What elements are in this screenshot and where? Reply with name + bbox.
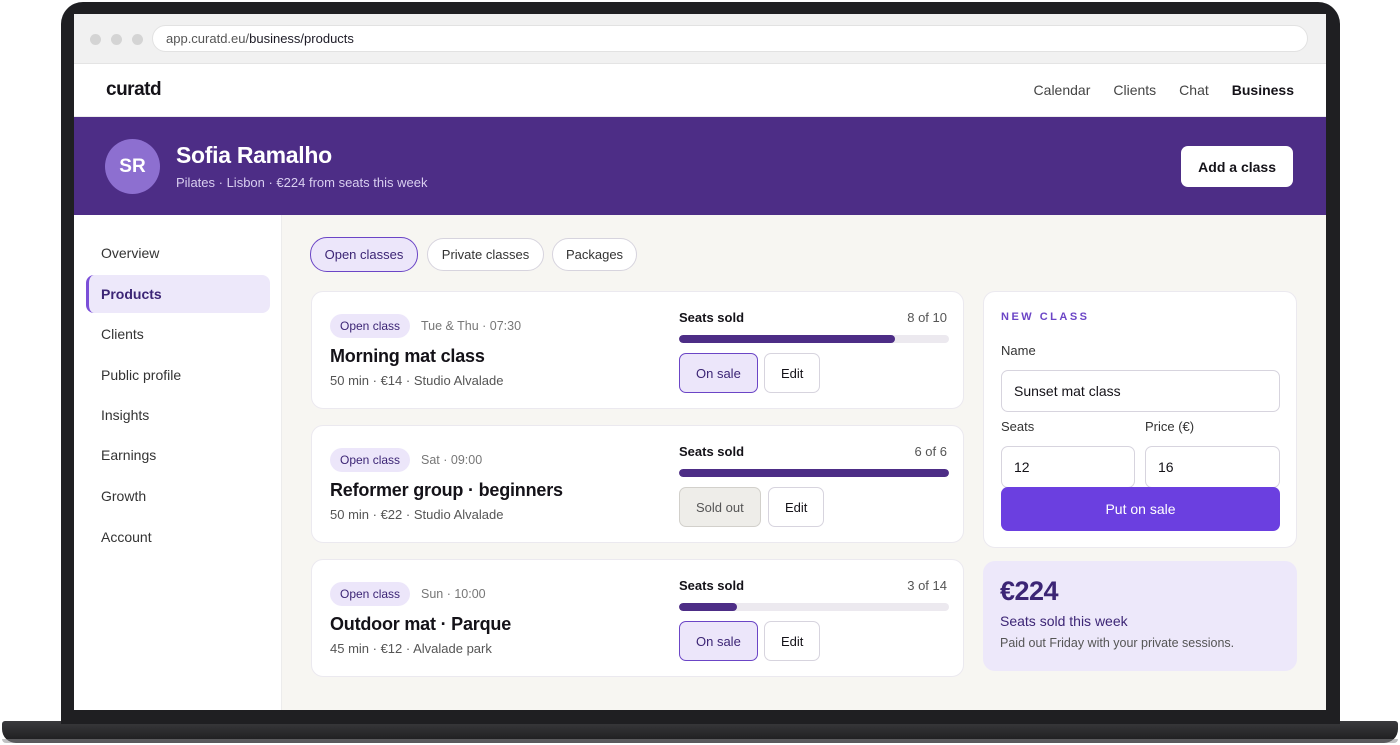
nav-link-calendar[interactable]: Calendar	[1034, 82, 1091, 98]
window-minimize-dot[interactable]	[111, 34, 122, 45]
sidebar-item-public-profile[interactable]: Public profile	[86, 356, 270, 394]
class-card: Open class Sat · 09:00 Reformer group · …	[311, 425, 964, 543]
class-card: Open class Tue & Thu · 07:30 Morning mat…	[311, 291, 964, 409]
sidebar-item-growth[interactable]: Growth	[86, 477, 270, 515]
seats-progress-fill	[679, 469, 949, 477]
seats-progress-fill	[679, 603, 737, 611]
sidebar-item-overview[interactable]: Overview	[86, 234, 270, 272]
seats-label: Seats	[1001, 419, 1035, 434]
sidebar-item-earnings[interactable]: Earnings	[86, 436, 270, 474]
laptop-base	[2, 721, 1398, 743]
class-details: 50 min · €22 · Studio Alvalade	[330, 507, 504, 522]
sidebar-item-account[interactable]: Account	[86, 518, 270, 556]
seats-progress-fill	[679, 335, 895, 343]
seats-sold-count: 6 of 6	[914, 444, 947, 459]
class-name-input[interactable]: Sunset mat class	[1001, 370, 1280, 412]
sold-out-toggle[interactable]: Sold out	[679, 487, 761, 527]
edit-class-button[interactable]: Edit	[768, 487, 825, 527]
payout-note: Paid out Friday with your private sessio…	[1000, 636, 1235, 650]
window-close-dot[interactable]	[90, 34, 101, 45]
url-prefix: app.curatd.eu/	[166, 31, 250, 46]
browser-chrome: app.curatd.eu/business/products	[74, 14, 1326, 64]
class-schedule: Sun · 10:00	[421, 587, 486, 601]
seats-progress-bar	[679, 469, 949, 477]
nav-link-chat[interactable]: Chat	[1179, 82, 1209, 98]
class-title: Outdoor mat · Parque	[330, 614, 512, 634]
address-bar[interactable]: app.curatd.eu/business/products	[152, 25, 1308, 52]
tab-packages[interactable]: Packages	[552, 238, 637, 271]
class-schedule: Sat · 09:00	[421, 453, 483, 467]
avatar: SR	[105, 139, 160, 194]
new-class-panel: NEW CLASS Name Sunset mat class Seats 12…	[983, 291, 1297, 548]
add-class-button[interactable]: Add a class	[1181, 146, 1293, 187]
on-sale-toggle[interactable]: On sale	[679, 621, 758, 661]
sidebar: Overview Products Clients Public profile…	[74, 215, 282, 710]
tab-private-classes[interactable]: Private classes	[427, 238, 544, 271]
seats-sold-label: Seats sold	[679, 578, 745, 593]
app-screen: app.curatd.eu/business/products curatd C…	[74, 14, 1326, 710]
class-type-badge: Open class	[330, 314, 411, 338]
panel-heading: NEW CLASS	[1001, 311, 1090, 323]
seats-progress-bar	[679, 603, 949, 611]
edit-class-button[interactable]: Edit	[764, 621, 821, 661]
class-type-badge: Open class	[330, 582, 411, 606]
class-card: Open class Sun · 10:00 Outdoor mat · Par…	[311, 559, 964, 677]
url-path: business/products	[249, 31, 354, 46]
class-title: Reformer group · beginners	[330, 480, 563, 500]
class-schedule: Tue & Thu · 07:30	[421, 319, 522, 333]
tab-open-classes[interactable]: Open classes	[310, 237, 418, 272]
class-details: 50 min · €14 · Studio Alvalade	[330, 373, 504, 388]
profile-header: SR Sofia Ramalho Pilates · Lisbon · €224…	[74, 117, 1326, 215]
put-on-sale-button[interactable]: Put on sale	[1001, 487, 1280, 531]
nav-links: Calendar Clients Chat Business	[1034, 82, 1294, 98]
sidebar-item-clients[interactable]: Clients	[86, 315, 270, 353]
on-sale-toggle[interactable]: On sale	[679, 353, 758, 393]
seats-sold-count: 8 of 10	[907, 310, 947, 325]
price-label: Price (€)	[1145, 419, 1195, 434]
seats-sold-label: Seats sold	[679, 444, 745, 459]
profile-subtitle: Pilates · Lisbon · €224 from seats this …	[176, 175, 428, 190]
seats-sold-count: 3 of 14	[907, 578, 947, 593]
window-zoom-dot[interactable]	[132, 34, 143, 45]
nav-link-clients[interactable]: Clients	[1113, 82, 1156, 98]
weekly-earnings-card: €224 Seats sold this week Paid out Frida…	[983, 561, 1297, 671]
earnings-label: Seats sold this week	[1000, 613, 1128, 629]
class-type-badge: Open class	[330, 448, 411, 472]
profile-name: Sofia Ramalho	[176, 142, 332, 168]
earnings-amount: €224	[1000, 576, 1059, 606]
sidebar-item-insights[interactable]: Insights	[86, 396, 270, 434]
brand-logo[interactable]: curatd	[106, 79, 162, 101]
seats-progress-bar	[679, 335, 949, 343]
class-title: Morning mat class	[330, 346, 485, 366]
top-navigation: curatd Calendar Clients Chat Business	[74, 64, 1326, 117]
price-input[interactable]: 16	[1145, 446, 1280, 488]
seats-sold-label: Seats sold	[679, 310, 745, 325]
name-label: Name	[1001, 343, 1036, 358]
seats-input[interactable]: 12	[1001, 446, 1135, 488]
class-details: 45 min · €12 · Alvalade park	[330, 641, 492, 656]
sidebar-item-products[interactable]: Products	[86, 275, 270, 313]
nav-link-business[interactable]: Business	[1232, 82, 1294, 98]
edit-class-button[interactable]: Edit	[764, 353, 821, 393]
